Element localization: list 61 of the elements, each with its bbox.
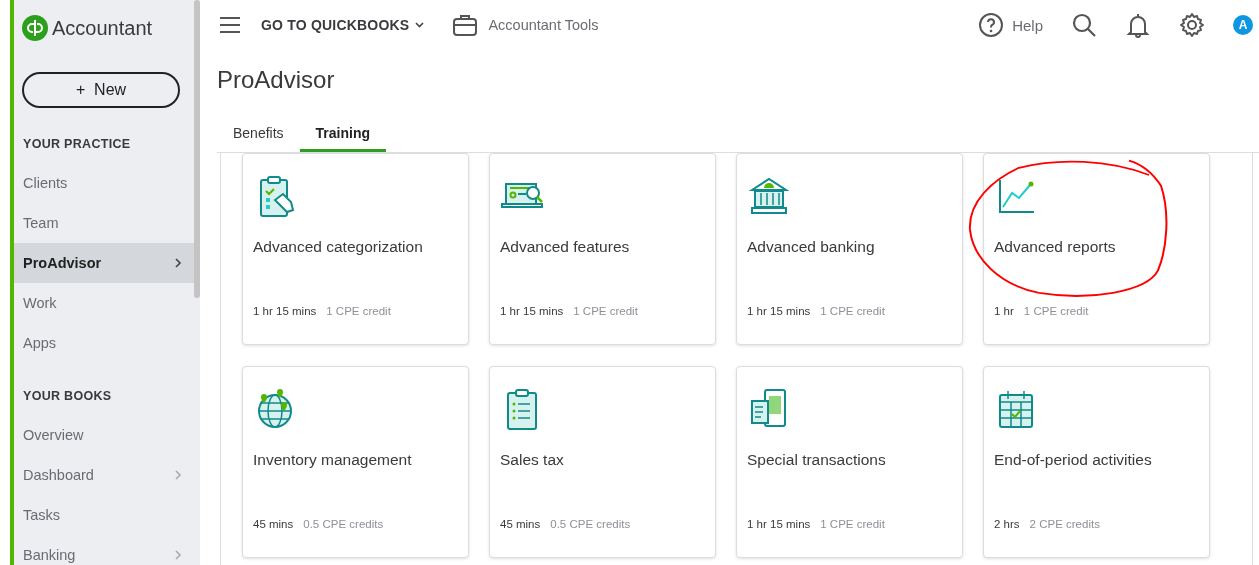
sidebar-item[interactable]: ProAdvisor (14, 243, 194, 283)
notifications-icon[interactable] (1125, 12, 1151, 38)
section-heading: YOUR BOOKS (22, 388, 113, 405)
course-card[interactable]: Inventory management 45 mins 0.5 CPE credits (242, 366, 469, 558)
course-card[interactable]: Sales tax 45 mins 0.5 CPE credits (489, 366, 716, 558)
tab[interactable]: Benefits (217, 117, 300, 152)
sidebar-item[interactable]: Apps (14, 323, 194, 363)
course-title[interactable]: Sales tax (500, 451, 705, 473)
course-credits: 1 CPE credit (573, 305, 638, 317)
course-duration: 1 hr (994, 305, 1014, 317)
caret-icon (415, 22, 425, 28)
course-credits: 1 CPE credit (820, 305, 885, 317)
course-duration: 1 hr 15 mins (747, 518, 811, 530)
section-heading: YOUR PRACTICE (22, 136, 132, 153)
course-title[interactable]: Advanced banking (747, 238, 952, 260)
go-to-quickbooks-menu[interactable]: GO TO QUICKBOOKS (261, 17, 425, 33)
page-title: ProAdvisor (217, 66, 336, 95)
course-duration: 1 hr 15 mins (500, 305, 564, 317)
scrollbar[interactable] (194, 0, 200, 298)
course-card[interactable]: Special transactions 1 hr 15 mins 1 CPE credit (736, 366, 963, 558)
course-duration: 2 hrs (994, 518, 1020, 530)
sidebar-item[interactable]: Clients (14, 163, 194, 203)
course-card[interactable]: Advanced categorization 1 hr 15 mins 1 CPE credit (242, 153, 469, 345)
course-duration: 1 hr 15 mins (253, 305, 317, 317)
course-credits: 1 CPE credit (1023, 305, 1089, 317)
course-card[interactable]: Advanced features 1 hr 15 mins 1 CPE credit (489, 153, 716, 345)
course-title[interactable]: End-of-period activities (994, 451, 1199, 473)
course-credits: 0.5 CPE credits (550, 518, 631, 530)
sidebar-item[interactable]: Dashboard (14, 455, 194, 495)
accountant-tools-link[interactable]: Accountant Tools (452, 12, 599, 38)
help-icon (978, 12, 1005, 38)
course-title[interactable]: Advanced reports (994, 238, 1199, 260)
search-icon[interactable] (1071, 12, 1097, 38)
brand-name: Accountant (52, 16, 153, 40)
course-duration: 1 hr 15 mins (747, 305, 811, 317)
course-title[interactable]: Advanced categorization (253, 238, 458, 260)
quickbooks-logo (22, 15, 48, 41)
sidebar-item[interactable]: Overview (14, 415, 194, 455)
course-title[interactable]: Inventory management (253, 451, 458, 473)
course-title[interactable]: Advanced features (500, 238, 705, 260)
chevron-icon (174, 258, 182, 268)
sidebar-item[interactable]: Work (14, 283, 194, 323)
sidebar-item[interactable]: Banking (14, 535, 194, 565)
course-card[interactable]: End-of-period activities 2 hrs 2 CPE credits (983, 366, 1210, 558)
briefcase-icon (452, 12, 479, 38)
settings-icon[interactable] (1179, 12, 1205, 38)
new-button[interactable]: + New (22, 72, 180, 108)
course-duration: 45 mins (253, 518, 294, 530)
course-credits: 1 CPE credit (326, 305, 391, 317)
course-credits: 0.5 CPE credits (303, 518, 384, 530)
course-credits: 2 CPE credits (1029, 518, 1100, 530)
help-button[interactable]: Help (978, 12, 1043, 38)
course-title[interactable]: Special transactions (747, 451, 952, 473)
course-duration: 45 mins (500, 518, 541, 530)
course-credits: 1 CPE credit (820, 518, 885, 530)
course-card[interactable]: Advanced reports 1 hr 1 CPE credit (983, 153, 1210, 345)
sidebar-item[interactable]: Team (14, 203, 194, 243)
chevron-icon (174, 470, 182, 480)
chevron-icon (174, 550, 182, 560)
course-card[interactable]: Advanced banking 1 hr 15 mins 1 CPE credit (736, 153, 963, 345)
sidebar-item[interactable]: Tasks (14, 495, 194, 535)
